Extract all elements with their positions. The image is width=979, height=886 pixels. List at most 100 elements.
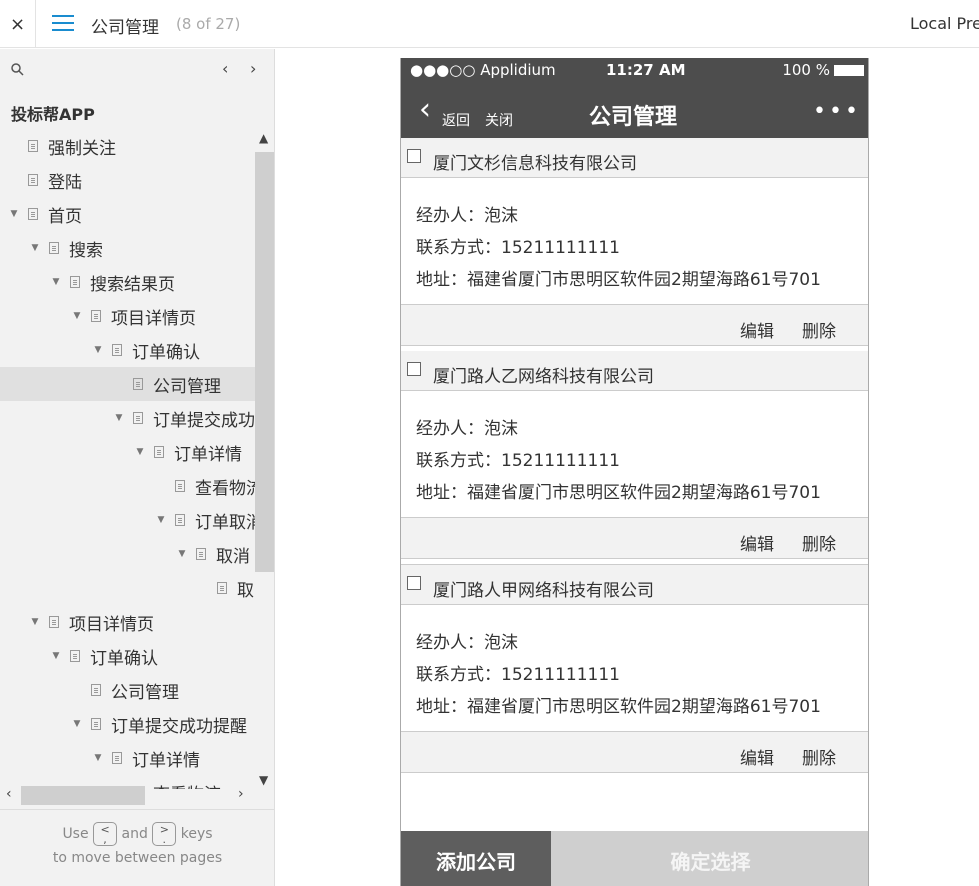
tree-item-label: 订单提交成功提醒: [153, 410, 255, 431]
tree-item[interactable]: 取: [0, 571, 255, 605]
tree-item[interactable]: ▼ 订单提交成功提醒: [0, 707, 255, 741]
close-button[interactable]: ×: [0, 0, 36, 48]
scroll-right-icon[interactable]: ›: [238, 786, 244, 802]
tree-item[interactable]: 登陆: [0, 163, 255, 197]
horizontal-scroll-thumb[interactable]: [21, 786, 145, 805]
edit-button[interactable]: 编辑: [740, 317, 774, 342]
next-page-button[interactable]: ›: [250, 59, 256, 78]
tree-item[interactable]: ▼ 订单详情: [0, 741, 255, 775]
contact-line: 联系方式：15211111111: [416, 238, 620, 258]
edit-button[interactable]: 编辑: [740, 530, 774, 555]
vertical-scroll-thumb[interactable]: [255, 152, 274, 572]
add-company-button[interactable]: 添加公司: [401, 831, 551, 886]
expand-arrow-icon[interactable]: ▼: [113, 413, 125, 423]
company-name: 厦门路人甲网络科技有限公司: [433, 581, 654, 601]
page-icon: [196, 548, 206, 560]
close-link[interactable]: 关闭: [485, 110, 513, 130]
page-icon: [175, 480, 185, 492]
contact-line: 联系方式：15211111111: [416, 451, 620, 471]
confirm-selection-button[interactable]: 确定选择: [551, 831, 868, 886]
tree-item[interactable]: ▼ 项目详情页: [0, 605, 255, 639]
scroll-up-icon[interactable]: ▲: [259, 131, 268, 145]
page-icon: [28, 208, 38, 220]
battery-icon: [834, 65, 864, 76]
page-icon: [91, 684, 101, 696]
vertical-scrollbar[interactable]: ▲ ▼: [255, 129, 274, 789]
expand-arrow-icon[interactable]: ▼: [92, 753, 104, 763]
page-icon: [112, 344, 122, 356]
company-name: 厦门文杉信息科技有限公司: [433, 154, 637, 174]
tree-item-label: 订单详情: [174, 444, 242, 465]
expand-arrow-icon[interactable]: ▼: [29, 243, 41, 253]
sidebar: ‹ › 投标帮APP 强制关注 登陆 ▼ 首页 ▼ 搜索 ▼ 搜索结果页 ▼ 项目详情页 ▼ 订单确认…: [0, 49, 275, 886]
page-title: 公司管理: [91, 18, 159, 38]
scroll-down-icon[interactable]: ▼: [259, 773, 268, 787]
expand-arrow-icon[interactable]: ▼: [50, 651, 62, 661]
tree-item-label: 公司管理: [111, 682, 179, 703]
card-body: 经办人：泡沫 联系方式：15211111111 地址：福建省厦门市思明区软件园2期望…: [401, 178, 868, 304]
page-icon: [217, 582, 227, 594]
tree-item-label: 订单提交成功提醒: [111, 716, 247, 737]
hint-use: Use: [62, 826, 89, 842]
phone-preview: ●●●○○ Applidium 11:27 AM 100 % ‹ 返回 关闭 公…: [400, 58, 869, 886]
contact-line: 联系方式：15211111111: [416, 665, 620, 685]
company-checkbox[interactable]: [407, 576, 421, 590]
card-header: 厦门文杉信息科技有限公司: [401, 138, 868, 178]
next-key-icon: >.: [152, 822, 177, 846]
prev-page-button[interactable]: ‹: [222, 59, 228, 78]
status-time: 11:27 AM: [606, 61, 686, 79]
more-icon[interactable]: •••: [813, 99, 861, 124]
page-icon: [133, 412, 143, 424]
company-checkbox[interactable]: [407, 149, 421, 163]
card-actions: 编辑 删除: [401, 731, 868, 773]
hint-keys: keys: [180, 826, 213, 842]
delete-button[interactable]: 删除: [802, 317, 836, 342]
page-icon: [28, 140, 38, 152]
card-header: 厦门路人甲网络科技有限公司: [401, 565, 868, 605]
tree-item[interactable]: ▼ 订单提交成功提醒: [0, 401, 255, 435]
tree-item[interactable]: ▼ 订单取消: [0, 503, 255, 537]
prev-key-icon: <,: [93, 822, 118, 846]
search-icon[interactable]: [11, 63, 24, 79]
tree-item[interactable]: ▼ 搜索结果页: [0, 265, 255, 299]
expand-arrow-icon[interactable]: ▼: [92, 345, 104, 355]
local-preview-label[interactable]: Local Preview: [910, 14, 979, 33]
hint-and: and: [121, 826, 148, 842]
edit-button[interactable]: 编辑: [740, 744, 774, 769]
tree-item[interactable]: ▼ 首页: [0, 197, 255, 231]
tree-item[interactable]: ▼ 项目详情页: [0, 299, 255, 333]
back-chevron-icon[interactable]: ‹: [419, 95, 431, 125]
page-icon: [91, 310, 101, 322]
tree-item[interactable]: ▼ 订单详情: [0, 435, 255, 469]
tree-item[interactable]: ▼ 订单确认: [0, 333, 255, 367]
tree-item[interactable]: 强制关注: [0, 129, 255, 163]
tree-item[interactable]: 公司管理: [0, 673, 255, 707]
tree-item[interactable]: ▼ 搜索: [0, 231, 255, 265]
expand-arrow-icon[interactable]: ▼: [8, 209, 20, 219]
tree-item[interactable]: 公司管理: [0, 367, 255, 401]
expand-arrow-icon[interactable]: ▼: [29, 617, 41, 627]
expand-arrow-icon[interactable]: ▼: [176, 549, 188, 559]
tree-item-label: 订单确认: [90, 648, 158, 669]
horizontal-scrollbar[interactable]: ‹ ›: [0, 784, 255, 806]
tree-item[interactable]: 查看物流: [0, 469, 255, 503]
expand-arrow-icon[interactable]: ▼: [134, 447, 146, 457]
tree-item[interactable]: ▼ 取消: [0, 537, 255, 571]
company-card: 厦门路人乙网络科技有限公司 经办人：泡沫 联系方式：15211111111 地址：福建…: [401, 351, 868, 565]
keys-hint: Use <, and >. keys to move between pages: [0, 809, 274, 886]
expand-arrow-icon[interactable]: ▼: [50, 277, 62, 287]
menu-icon[interactable]: [52, 15, 74, 33]
tree-item-label: 查看物流: [195, 478, 255, 499]
tree-item[interactable]: ▼ 订单确认: [0, 639, 255, 673]
tree-item-label: 取: [237, 580, 254, 601]
expand-arrow-icon[interactable]: ▼: [155, 515, 167, 525]
page-icon: [49, 242, 59, 254]
back-button[interactable]: 返回: [442, 110, 470, 130]
company-checkbox[interactable]: [407, 362, 421, 376]
scroll-left-icon[interactable]: ‹: [6, 786, 12, 802]
carrier-label: ●●●○○ Applidium: [410, 61, 556, 79]
expand-arrow-icon[interactable]: ▼: [71, 311, 83, 321]
expand-arrow-icon[interactable]: ▼: [71, 719, 83, 729]
delete-button[interactable]: 删除: [802, 744, 836, 769]
delete-button[interactable]: 删除: [802, 530, 836, 555]
